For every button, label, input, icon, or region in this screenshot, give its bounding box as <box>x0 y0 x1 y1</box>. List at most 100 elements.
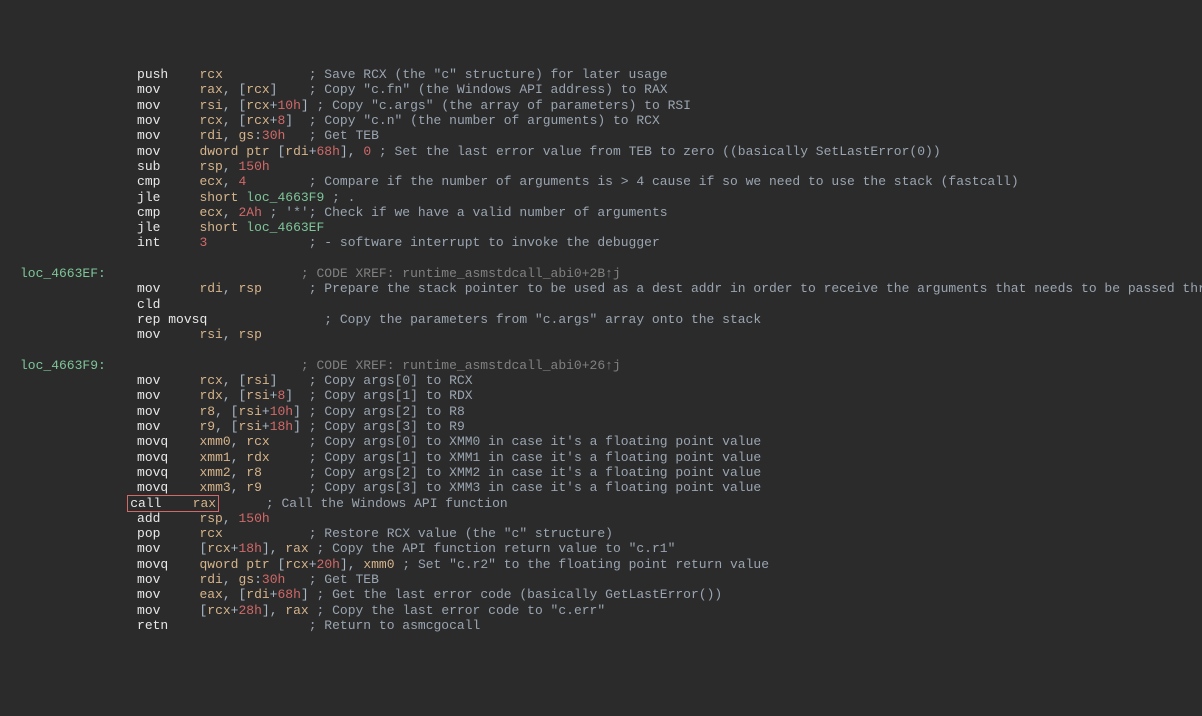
register-token: rsp <box>199 159 222 174</box>
register-token: xmm0 <box>363 557 394 572</box>
asm-line[interactable]: cmp ecx, 2Ah ; '*'; Check if we have a v… <box>20 205 1202 220</box>
operands: rax, [rcx] <box>199 82 277 97</box>
asm-line[interactable]: int 3 ; - software interrupt to invoke t… <box>20 235 1202 250</box>
asm-line[interactable]: jle short loc_4663F9 ; . <box>20 190 1202 205</box>
label-ref-token[interactable]: loc_4663F9 <box>246 190 324 205</box>
operands: rcx, [rsi] <box>199 373 277 388</box>
comment: ; Prepare the stack pointer to be used a… <box>309 281 1202 296</box>
operands: [rcx+18h], rax <box>199 541 308 556</box>
register-token: rsi <box>199 327 222 342</box>
asm-line[interactable]: mov rdi, gs:30h ; Get TEB <box>20 572 1202 587</box>
asm-line[interactable]: movq xmm2, r8 ; Copy args[2] to XMM2 in … <box>20 465 1202 480</box>
operands: short loc_4663F9 <box>199 190 324 205</box>
operands: qword ptr [rcx+20h], xmm0 <box>199 557 394 572</box>
asm-line[interactable]: mov rsi, rsp <box>20 327 1202 342</box>
asm-line[interactable]: sub rsp, 150h <box>20 159 1202 174</box>
mnemonic: mov <box>137 587 160 602</box>
comment: ; . <box>324 190 355 205</box>
comment: ; Copy "c.args" (the array of parameters… <box>317 98 691 113</box>
disassembly-listing: push rcx ; Save RCX (the "c" structure) … <box>20 67 1202 633</box>
register-token: rsp <box>238 327 261 342</box>
mnemonic: cmp <box>137 174 160 189</box>
mnemonic: mov <box>137 98 160 113</box>
operands: rcx <box>199 67 222 82</box>
asm-line[interactable]: mov [rcx+18h], rax ; Copy the API functi… <box>20 541 1202 556</box>
register-token: rcx <box>199 373 222 388</box>
register-token: rdx <box>246 450 269 465</box>
xref-comment: ; CODE XREF: runtime_asmstdcall_abi0+2B↑… <box>301 266 621 281</box>
asm-line[interactable]: mov rax, [rcx] ; Copy "c.fn" (the Window… <box>20 82 1202 97</box>
asm-line[interactable]: mov rcx, [rsi] ; Copy args[0] to RCX <box>20 373 1202 388</box>
asm-line[interactable]: cmp ecx, 4 ; Compare if the number of ar… <box>20 174 1202 189</box>
asm-line[interactable]: mov rdx, [rsi+8] ; Copy args[1] to RDX <box>20 388 1202 403</box>
asm-line[interactable]: movq xmm1, rdx ; Copy args[1] to XMM1 in… <box>20 450 1202 465</box>
number-token: 10h <box>277 98 300 113</box>
register-token: xmm3 <box>199 480 230 495</box>
keyword-token: dword ptr <box>199 144 277 159</box>
asm-line[interactable]: loc_4663F9: ; CODE XREF: runtime_asmstdc… <box>20 358 1202 373</box>
mnemonic: mov <box>137 327 160 342</box>
operands: xmm3, r9 <box>199 480 261 495</box>
asm-line[interactable]: movq xmm3, r9 ; Copy args[3] to XMM3 in … <box>20 480 1202 495</box>
asm-line[interactable]: rep movsq ; Copy the parameters from "c.… <box>20 312 1202 327</box>
label-ref-token[interactable]: loc_4663EF <box>246 220 324 235</box>
asm-line[interactable]: add rsp, 150h <box>20 511 1202 526</box>
code-label[interactable]: loc_4663EF: <box>20 266 106 281</box>
operands: ecx, 2Ah ; '*' <box>199 205 308 220</box>
asm-line[interactable]: call rax ; Call the Windows API function <box>20 496 1202 511</box>
register-token: rdi <box>246 587 269 602</box>
comment: ; Get TEB <box>309 128 379 143</box>
asm-line[interactable]: mov rdi, gs:30h ; Get TEB <box>20 128 1202 143</box>
number-token: 18h <box>238 541 261 556</box>
operands: [rcx+28h], rax <box>199 603 308 618</box>
asm-line[interactable]: retn ; Return to asmcgocall <box>20 618 1202 633</box>
asm-line[interactable]: cld <box>20 297 1202 312</box>
register-token: rsi <box>246 373 269 388</box>
register-token: rcx <box>199 67 222 82</box>
register-token: rdi <box>199 128 222 143</box>
register-token: rsi <box>238 419 261 434</box>
asm-line[interactable]: mov r9, [rsi+18h] ; Copy args[3] to R9 <box>20 419 1202 434</box>
comment: ; Copy the last error code to "c.err" <box>317 603 606 618</box>
register-token: rcx <box>207 603 230 618</box>
mnemonic: rep movsq <box>137 312 207 327</box>
asm-line[interactable]: loc_4663EF: ; CODE XREF: runtime_asmstdc… <box>20 266 1202 281</box>
asm-line[interactable]: mov rsi, [rcx+10h] ; Copy "c.args" (the … <box>20 98 1202 113</box>
operands: ecx, 4 <box>199 174 246 189</box>
mnemonic: mov <box>137 603 160 618</box>
asm-line[interactable] <box>20 251 1202 266</box>
asm-line[interactable]: movq qword ptr [rcx+20h], xmm0 ; Set "c.… <box>20 557 1202 572</box>
number-token: 10h <box>270 404 293 419</box>
number-token: 8 <box>277 388 285 403</box>
register-token: rdi <box>199 281 222 296</box>
comment: ; Copy "c.n" (the number of arguments) t… <box>309 113 660 128</box>
asm-line[interactable]: mov [rcx+28h], rax ; Copy the last error… <box>20 603 1202 618</box>
number-token: 0 <box>363 144 371 159</box>
comment: ; Check if we have a valid number of arg… <box>309 205 668 220</box>
code-label[interactable]: loc_4663F9: <box>20 358 106 373</box>
operands: xmm2, r8 <box>199 465 261 480</box>
comment: ; Save RCX (the "c" structure) for later… <box>309 67 668 82</box>
asm-line[interactable]: movq xmm0, rcx ; Copy args[0] to XMM0 in… <box>20 434 1202 449</box>
asm-line[interactable]: mov r8, [rsi+10h] ; Copy args[2] to R8 <box>20 404 1202 419</box>
asm-line[interactable]: pop rcx ; Restore RCX value (the "c" str… <box>20 526 1202 541</box>
asm-line[interactable]: mov rcx, [rcx+8] ; Copy "c.n" (the numbe… <box>20 113 1202 128</box>
inline-comment: ; '*' <box>262 205 309 220</box>
operands: short loc_4663EF <box>199 220 324 235</box>
asm-line[interactable]: mov dword ptr [rdi+68h], 0 ; Set the las… <box>20 144 1202 159</box>
operands: rcx, [rcx+8] <box>199 113 293 128</box>
asm-line[interactable]: push rcx ; Save RCX (the "c" structure) … <box>20 67 1202 82</box>
register-token: rsi <box>238 404 261 419</box>
register-token: rdi <box>199 572 222 587</box>
operands: r8, [rsi+10h] <box>199 404 300 419</box>
register-token: xmm1 <box>199 450 230 465</box>
number-token: 3 <box>199 235 207 250</box>
asm-line[interactable]: mov rdi, rsp ; Prepare the stack pointer… <box>20 281 1202 296</box>
asm-line[interactable]: jle short loc_4663EF <box>20 220 1202 235</box>
number-token: 150h <box>238 159 269 174</box>
mnemonic: movq <box>137 450 168 465</box>
asm-line[interactable]: mov eax, [rdi+68h] ; Get the last error … <box>20 587 1202 602</box>
mnemonic: jle <box>137 190 160 205</box>
mnemonic: mov <box>137 144 160 159</box>
asm-line[interactable] <box>20 343 1202 358</box>
